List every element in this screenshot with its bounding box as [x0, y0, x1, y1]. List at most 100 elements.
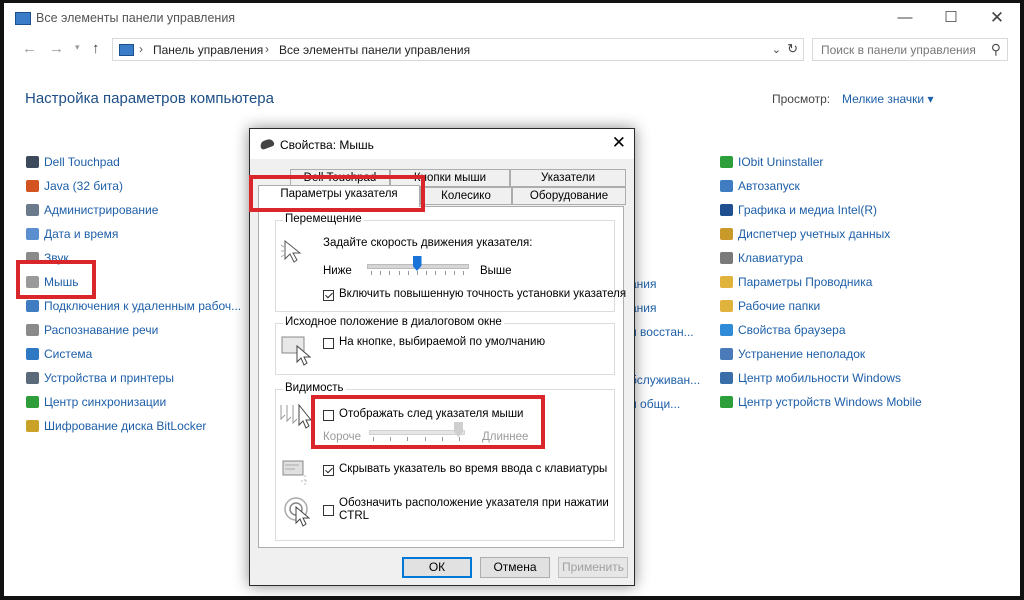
speed-prompt: Задайте скорость движения указателя:: [323, 237, 533, 249]
java-icon: [26, 180, 39, 192]
windows-mobile-icon: [720, 396, 733, 408]
intel-graphics-icon: [720, 204, 733, 216]
right-item-label: Графика и медиа Intel(R): [738, 203, 878, 217]
mouse-properties-dialog: Свойства: Мышь ✕ Dell Touchpad Кнопки мы…: [249, 128, 635, 586]
slider-tick: [398, 271, 400, 275]
hide-while-typing-checkbox[interactable]: [323, 465, 334, 476]
search-placeholder: Поиск в панели управления: [821, 43, 976, 57]
left-item[interactable]: Шифрование диска BitLocker: [26, 419, 206, 435]
back-arrow-icon[interactable]: ←: [22, 40, 37, 57]
dialog-close-button[interactable]: ✕: [612, 133, 626, 153]
precision-label: Включить повышенную точность установки у…: [339, 288, 627, 300]
minimize-button[interactable]: —: [882, 3, 928, 33]
right-item[interactable]: Клавиатура: [720, 251, 803, 267]
right-item-label: IObit Uninstaller: [738, 155, 824, 169]
left-item[interactable]: Администрирование: [26, 203, 158, 219]
credentials-icon: [720, 228, 733, 240]
up-arrow-icon[interactable]: ↑: [92, 40, 100, 57]
internet-options-icon: [720, 324, 733, 336]
folder-options-icon: [720, 276, 733, 288]
right-item[interactable]: Графика и медиа Intel(R): [720, 203, 877, 219]
left-item[interactable]: Дата и время: [26, 227, 118, 243]
right-item[interactable]: Центр устройств Windows Mobile: [720, 395, 922, 411]
right-item[interactable]: Рабочие папки: [720, 299, 820, 315]
left-item[interactable]: Устройства и принтеры: [26, 371, 174, 387]
right-item-label: Устранение неполадок: [738, 347, 866, 361]
maximize-button[interactable]: ☐: [928, 3, 974, 33]
right-item-label: Диспетчер учетных данных: [738, 227, 891, 241]
breadcrumb-all-items[interactable]: Все элементы панели управления: [279, 43, 470, 57]
close-button[interactable]: ✕: [974, 3, 1020, 33]
middle-item-fragment[interactable]: и общи...: [630, 397, 680, 413]
recent-locations-chevron-icon[interactable]: ▾: [75, 42, 80, 53]
tab-pointer-options[interactable]: Параметры указателя: [258, 185, 420, 207]
show-location-ctrl-label-line1: Обозначить расположение указателя при на…: [339, 497, 609, 509]
snap-checkbox[interactable]: [323, 338, 334, 349]
apply-button[interactable]: Применить: [558, 557, 628, 578]
ctrl-locate-icon: [284, 497, 311, 527]
pointer-options-panel: Перемещение Задайте скорость движения ук…: [258, 206, 627, 548]
address-bar[interactable]: › Панель управления › Все элементы панел…: [112, 38, 804, 61]
right-item[interactable]: IObit Uninstaller: [720, 155, 823, 171]
right-item-label: Рабочие папки: [738, 299, 821, 313]
forward-arrow-icon[interactable]: →: [49, 40, 64, 57]
speed-slow-label: Ниже: [323, 265, 352, 277]
breadcrumb-separator-icon[interactable]: ›: [139, 42, 143, 56]
tab-wheel[interactable]: Колесико: [420, 187, 512, 205]
snap-group: [275, 323, 615, 375]
slider-tick: [444, 271, 446, 275]
left-item-label: Дата и время: [44, 227, 119, 241]
ok-button[interactable]: ОК: [402, 557, 472, 578]
left-item-label: Центр синхронизации: [44, 395, 167, 409]
right-item[interactable]: Устранение неполадок: [720, 347, 865, 363]
address-dropdown-icon[interactable]: ⌄: [772, 43, 781, 56]
pointer-trails-highlight: [311, 395, 545, 449]
tab-hardware[interactable]: Оборудование: [512, 187, 626, 205]
breadcrumb-control-panel[interactable]: Панель управления: [153, 43, 263, 57]
snap-to-default-icon: [281, 336, 312, 366]
autoplay-icon: [720, 180, 733, 192]
left-item[interactable]: Подключения к удаленным рабоч...: [26, 299, 241, 315]
right-item[interactable]: Диспетчер учетных данных: [720, 227, 890, 243]
slider-tick: [371, 271, 372, 275]
computer-icon: [26, 348, 39, 360]
left-item[interactable]: Система: [26, 347, 92, 363]
left-item[interactable]: Центр синхронизации: [26, 395, 166, 411]
left-item-label: Подключения к удаленным рабоч...: [44, 299, 242, 313]
left-item[interactable]: Java (32 бита): [26, 179, 123, 195]
tab-pointers[interactable]: Указатели: [510, 169, 626, 187]
view-mode-dropdown[interactable]: Мелкие значки ▾: [842, 92, 933, 106]
control-panel-window: Все элементы панели управления — ☐ ✕ ← →…: [4, 3, 1020, 596]
view-label: Просмотр:: [772, 92, 831, 106]
work-folders-icon: [720, 300, 733, 312]
cancel-button[interactable]: Отмена: [480, 557, 550, 578]
right-item-label: Клавиатура: [738, 251, 803, 265]
middle-item-fragment[interactable]: и восстан...: [630, 325, 694, 341]
admin-tools-icon: [26, 204, 39, 216]
pointer-trails-icon: [280, 403, 313, 429]
right-item-label: Параметры Проводника: [738, 275, 873, 289]
right-item[interactable]: Параметры Проводника: [720, 275, 872, 291]
breadcrumb-separator-icon[interactable]: ›: [265, 42, 269, 56]
left-item[interactable]: Распознавание речи: [26, 323, 158, 339]
right-item[interactable]: Свойства браузера: [720, 323, 846, 339]
right-item[interactable]: Центр мобильности Windows: [720, 371, 901, 387]
left-item[interactable]: Dell Touchpad: [26, 155, 120, 171]
search-input[interactable]: Поиск в панели управления ⚲: [812, 38, 1008, 61]
page-title: Настройка параметров компьютера: [25, 90, 274, 107]
precision-checkbox[interactable]: [323, 290, 334, 301]
left-item-label: Java (32 бита): [44, 179, 123, 193]
visibility-group-label: Видимость: [283, 382, 346, 394]
control-panel-icon: [15, 12, 31, 25]
slider-tick: [407, 271, 409, 275]
search-icon[interactable]: ⚲: [991, 41, 1001, 58]
refresh-icon[interactable]: ↻: [787, 41, 798, 57]
show-location-ctrl-label-line2: CTRL: [339, 510, 370, 522]
troubleshoot-icon: [720, 348, 733, 360]
speed-fast-label: Выше: [480, 265, 512, 277]
sync-icon: [26, 396, 39, 408]
right-item[interactable]: Автозапуск: [720, 179, 800, 195]
middle-item-fragment[interactable]: бслуживан...: [630, 373, 700, 389]
slider-tick: [463, 271, 464, 275]
show-location-ctrl-checkbox[interactable]: [323, 505, 334, 516]
